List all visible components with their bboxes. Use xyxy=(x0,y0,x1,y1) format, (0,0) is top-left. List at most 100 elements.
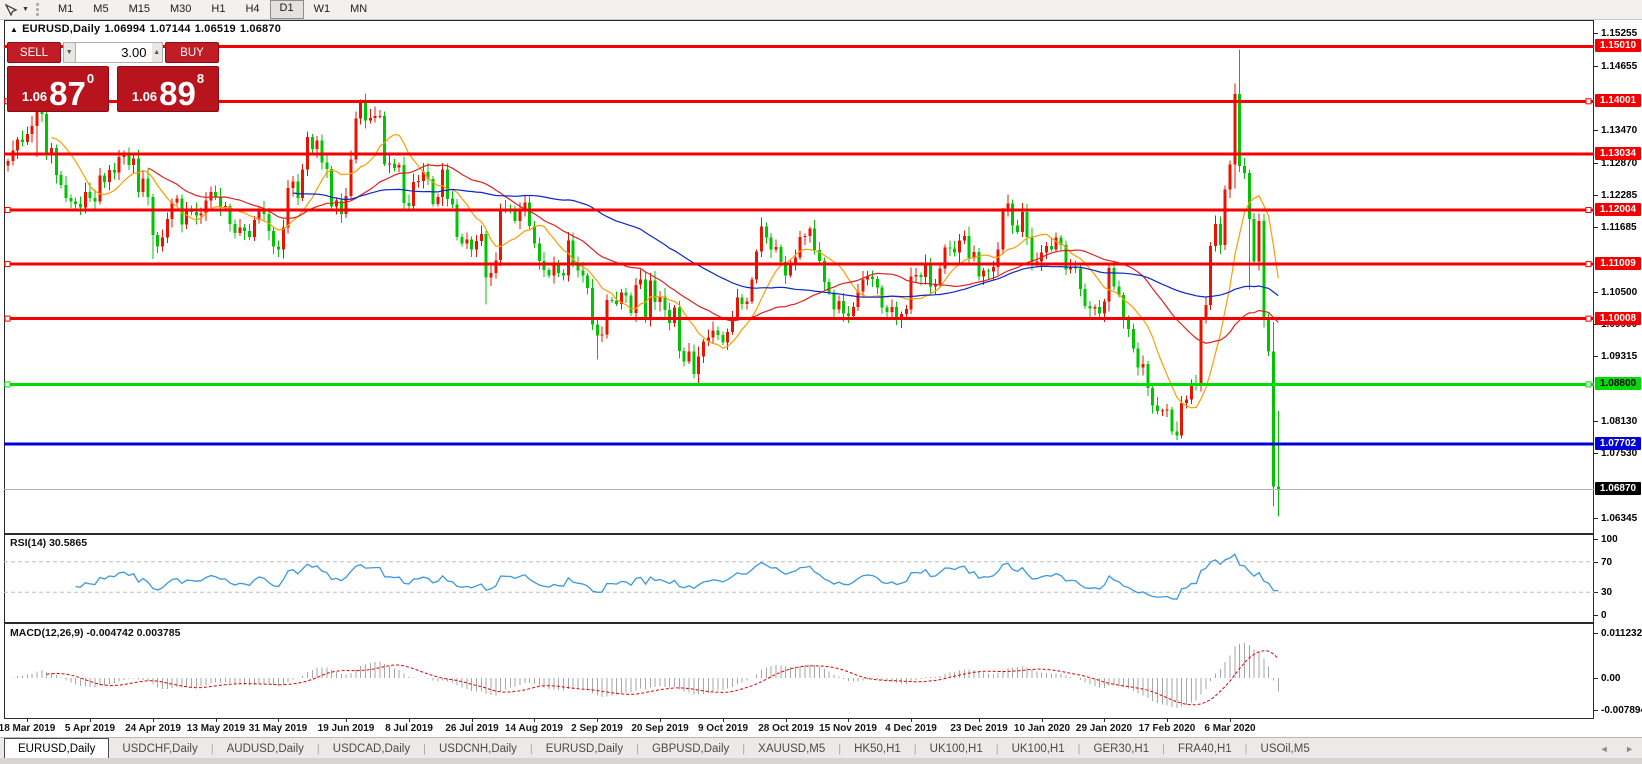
price-tick: 1.08130 xyxy=(1594,415,1637,427)
candle-body xyxy=(277,247,280,250)
timeframe-button-D1[interactable]: D1 xyxy=(270,0,304,19)
buy-price-display[interactable]: 1.06 89 8 xyxy=(117,66,219,112)
chart-tab-USDCAD-Daily[interactable]: USDCAD,Daily xyxy=(320,739,423,759)
date-axis[interactable]: 18 Mar 20195 Apr 201924 Apr 201913 May 2… xyxy=(4,719,1594,737)
hline-handle[interactable] xyxy=(5,208,10,213)
current-price-badge: 1.06870 xyxy=(1595,482,1641,495)
candle-body xyxy=(465,240,468,244)
crosshair-glyph xyxy=(4,3,18,17)
candle-body xyxy=(717,331,720,335)
chart-tab-HK50-H1[interactable]: HK50,H1 xyxy=(841,739,914,759)
chart-tab-USOil-M5[interactable]: USOil,M5 xyxy=(1248,739,1323,759)
candle-body xyxy=(736,297,739,317)
candle-body xyxy=(1151,388,1154,405)
candle-body xyxy=(383,116,386,164)
candle-body xyxy=(21,139,24,142)
chart-tab-EURUSD-Daily[interactable]: EURUSD,Daily xyxy=(533,739,636,759)
candle-body xyxy=(65,185,68,198)
chart-tab-UK100-H1[interactable]: UK100,H1 xyxy=(917,739,996,759)
candle-body xyxy=(847,314,850,316)
tick-dash xyxy=(1594,227,1598,228)
timeframe-button-M15[interactable]: M15 xyxy=(119,0,160,19)
candle-body xyxy=(697,357,700,374)
candle-body xyxy=(16,139,19,150)
sell-price-display[interactable]: 1.06 87 0 xyxy=(7,66,109,112)
candle-body xyxy=(1093,307,1096,309)
rsi-indicator-pane[interactable] xyxy=(4,534,1594,623)
candle-body xyxy=(746,302,749,304)
hline-handle[interactable] xyxy=(1586,208,1591,213)
candle-body xyxy=(668,310,671,323)
candle-body xyxy=(1200,320,1203,385)
timeframe-button-W1[interactable]: W1 xyxy=(304,0,341,19)
price-level-badge: 1.08800 xyxy=(1595,377,1641,390)
timeframe-button-M5[interactable]: M5 xyxy=(83,0,118,19)
hline-handle[interactable] xyxy=(5,316,10,321)
candle-body xyxy=(1258,221,1261,261)
chart-tab-XAUUSD-M5[interactable]: XAUUSD,M5 xyxy=(745,739,838,759)
volume-decrease-icon[interactable]: ▼ xyxy=(63,42,76,63)
chart-tab-AUDUSD-Daily[interactable]: AUDUSD,Daily xyxy=(214,739,317,759)
sell-price-prefix: 1.06 xyxy=(22,89,47,104)
macd-indicator-pane[interactable] xyxy=(4,623,1594,719)
buy-price-big: 89 xyxy=(159,78,196,109)
candle-body xyxy=(219,197,222,207)
chart-tab-FRA40-H1[interactable]: FRA40,H1 xyxy=(1165,739,1245,759)
candle-body xyxy=(832,292,835,309)
hline-handle[interactable] xyxy=(1586,382,1591,387)
volume-increase-icon[interactable]: ▲ xyxy=(152,42,164,63)
candle-body xyxy=(1031,237,1034,262)
timeframe-button-H1[interactable]: H1 xyxy=(201,0,235,19)
timeframe-button-H4[interactable]: H4 xyxy=(235,0,269,19)
candle-body xyxy=(200,213,203,215)
candle-body xyxy=(610,300,613,301)
candle-body xyxy=(808,229,811,236)
volume-input[interactable] xyxy=(76,42,152,63)
chart-symbol-label: EURUSD,Daily xyxy=(22,23,100,35)
chart-tab-EURUSD-Daily[interactable]: EURUSD,Daily xyxy=(4,738,109,759)
candle-body xyxy=(1016,225,1019,232)
hline-handle[interactable] xyxy=(5,382,10,387)
candle-body xyxy=(1253,219,1256,262)
candle-body xyxy=(7,161,10,165)
timeframe-button-M30[interactable]: M30 xyxy=(160,0,201,19)
chart-tab-bar: EURUSD,DailyUSDCHF,Daily|AUDUSD,Daily|US… xyxy=(0,737,1642,759)
date-tick xyxy=(1230,719,1231,722)
hline-handle[interactable] xyxy=(1586,262,1591,267)
macd-scale-tick: -0.007894 xyxy=(1594,704,1642,716)
main-chart-pane[interactable] xyxy=(4,20,1594,534)
one-click-trade-panel: SELL ▼ ▲ BUY 1.06 87 0 1.06 89 8 xyxy=(7,42,219,112)
hline-handle[interactable] xyxy=(1586,99,1591,104)
hline-handle[interactable] xyxy=(5,262,10,267)
tool-dropdown-caret-icon[interactable]: ▼ xyxy=(22,6,32,13)
candle-body xyxy=(93,198,96,201)
candle-body xyxy=(166,219,169,238)
chart-tab-GER30-H1[interactable]: GER30,H1 xyxy=(1081,739,1163,759)
candle-body xyxy=(1002,211,1005,250)
price-axis[interactable]: 1.152551.146551.134701.128701.122851.116… xyxy=(1594,20,1642,720)
tick-dash xyxy=(1594,292,1598,293)
date-tick xyxy=(346,719,347,722)
chart-tab-GBPUSD-Daily[interactable]: GBPUSD,Daily xyxy=(639,739,742,759)
collapse-chart-icon[interactable]: ▲ xyxy=(10,25,18,34)
crosshair-tool-icon[interactable] xyxy=(0,1,22,18)
timeframe-button-MN[interactable]: MN xyxy=(340,0,377,19)
buy-button[interactable]: BUY xyxy=(165,42,219,63)
tab-scroll-right-icon[interactable]: ► xyxy=(1625,744,1634,754)
timeframe-button-M1[interactable]: M1 xyxy=(48,0,83,19)
ohlc-high: 1.07144 xyxy=(150,23,191,35)
candle-body xyxy=(89,192,92,198)
candle-body xyxy=(929,262,932,286)
candle-body xyxy=(837,301,840,309)
price-tick: 1.12285 xyxy=(1594,189,1637,201)
candle-body xyxy=(905,309,908,314)
date-tick xyxy=(660,719,661,722)
sell-button[interactable]: SELL xyxy=(7,42,61,63)
chart-tab-USDCHF-Daily[interactable]: USDCHF,Daily xyxy=(109,739,210,759)
chart-tab-USDCNH-Daily[interactable]: USDCNH,Daily xyxy=(426,739,530,759)
candle-body xyxy=(726,332,729,342)
candle-body xyxy=(407,203,410,206)
chart-tab-UK100-H1[interactable]: UK100,H1 xyxy=(999,739,1078,759)
hline-handle[interactable] xyxy=(1586,316,1591,321)
tab-scroll-left-icon[interactable]: ◄ xyxy=(1600,744,1609,754)
